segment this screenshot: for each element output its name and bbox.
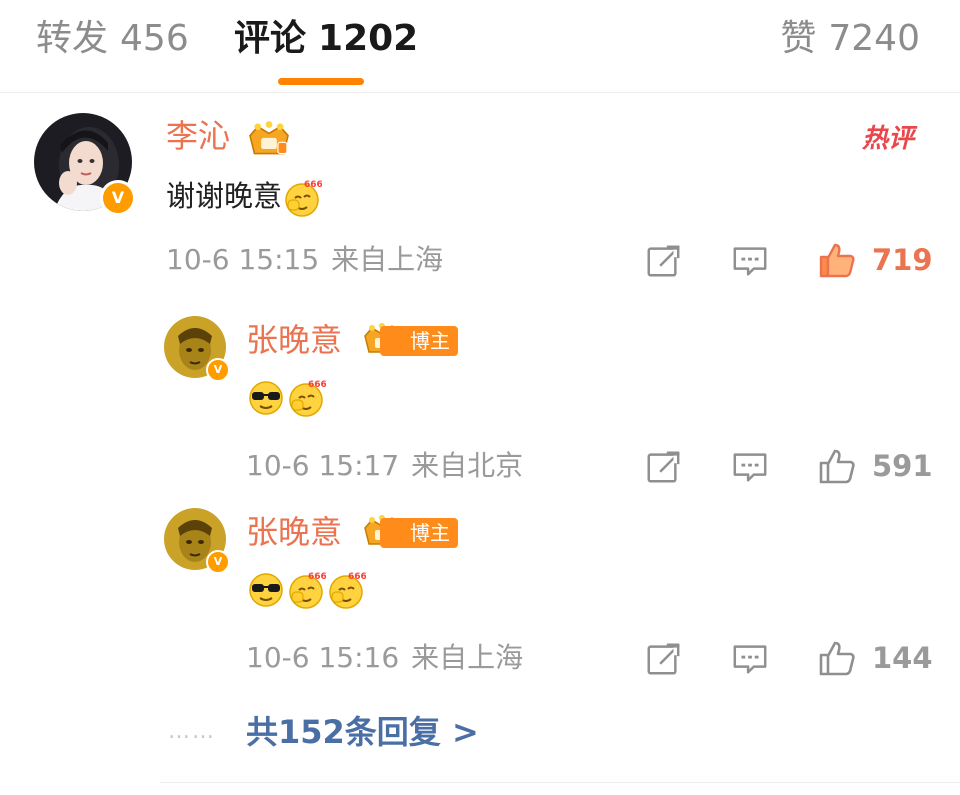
666-emoji bbox=[286, 570, 326, 610]
666-emoji bbox=[282, 178, 322, 218]
verified-icon: V bbox=[206, 358, 230, 382]
sunglasses-emoji bbox=[246, 378, 286, 418]
666-emoji bbox=[326, 570, 366, 610]
reply-location: 来自上海 bbox=[411, 641, 524, 674]
repost-icon[interactable] bbox=[644, 640, 682, 678]
crown-badge-icon bbox=[246, 120, 292, 158]
comment-location: 来自上海 bbox=[331, 243, 444, 276]
comment-text: 谢谢晚意 bbox=[166, 179, 283, 213]
reply-icon[interactable] bbox=[731, 448, 769, 486]
reply-author[interactable]: 张晚意 bbox=[246, 320, 342, 360]
like-count: 144 bbox=[872, 641, 933, 675]
tab-repost[interactable]: 转发 456 bbox=[36, 16, 189, 62]
comment-text-line: 谢谢晚意 bbox=[166, 176, 322, 218]
666-emoji bbox=[286, 378, 326, 418]
comment-meta: 10-6 15:15 来自上海 bbox=[166, 242, 443, 278]
repost-icon[interactable] bbox=[644, 448, 682, 486]
tab-likes-label: 赞 bbox=[780, 18, 817, 59]
tab-likes-count: 7240 bbox=[828, 18, 920, 59]
more-replies-link[interactable]: 共152条回复 > bbox=[246, 712, 479, 752]
reply-meta: 10-6 15:16 来自上海 bbox=[246, 640, 523, 676]
reply-emojis bbox=[246, 376, 326, 418]
tab-repost-label: 转发 bbox=[36, 18, 109, 59]
tab-repost-count: 456 bbox=[120, 18, 189, 59]
comment-date: 10-6 15:15 bbox=[166, 243, 320, 276]
blogger-tag: 博主 bbox=[380, 326, 458, 356]
reply-date: 10-6 15:16 bbox=[246, 641, 400, 674]
like-count: 719 bbox=[872, 243, 933, 277]
verified-icon: V bbox=[206, 550, 230, 574]
sunglasses-emoji bbox=[246, 570, 286, 610]
like-icon[interactable] bbox=[816, 638, 858, 678]
tab-comments-label: 评论 bbox=[234, 18, 307, 59]
tab-comments-count: 1202 bbox=[318, 18, 419, 59]
like-icon[interactable] bbox=[816, 240, 858, 280]
comment-author[interactable]: 李沁 bbox=[166, 116, 230, 156]
divider bbox=[160, 782, 960, 783]
reply-icon[interactable] bbox=[731, 242, 769, 280]
reply-icon[interactable] bbox=[731, 640, 769, 678]
like-count: 591 bbox=[872, 449, 933, 483]
reply-location: 来自北京 bbox=[411, 449, 524, 482]
reply-meta: 10-6 15:17 来自北京 bbox=[246, 448, 523, 484]
tab-bar: 转发 456 评论 1202 赞 7240 bbox=[0, 0, 960, 93]
reply-date: 10-6 15:17 bbox=[246, 449, 400, 482]
hot-comment-tag: 热评 bbox=[862, 124, 915, 154]
active-tab-indicator bbox=[278, 78, 364, 85]
more-replies-dots: …… bbox=[168, 719, 216, 744]
tab-comments[interactable]: 评论 1202 bbox=[234, 16, 418, 62]
blogger-tag: 博主 bbox=[380, 518, 458, 548]
tab-likes[interactable]: 赞 7240 bbox=[780, 16, 920, 62]
like-icon[interactable] bbox=[816, 446, 858, 486]
reply-emojis bbox=[246, 568, 366, 610]
reply-author[interactable]: 张晚意 bbox=[246, 512, 342, 552]
verified-icon: V bbox=[100, 180, 136, 216]
repost-icon[interactable] bbox=[644, 242, 682, 280]
